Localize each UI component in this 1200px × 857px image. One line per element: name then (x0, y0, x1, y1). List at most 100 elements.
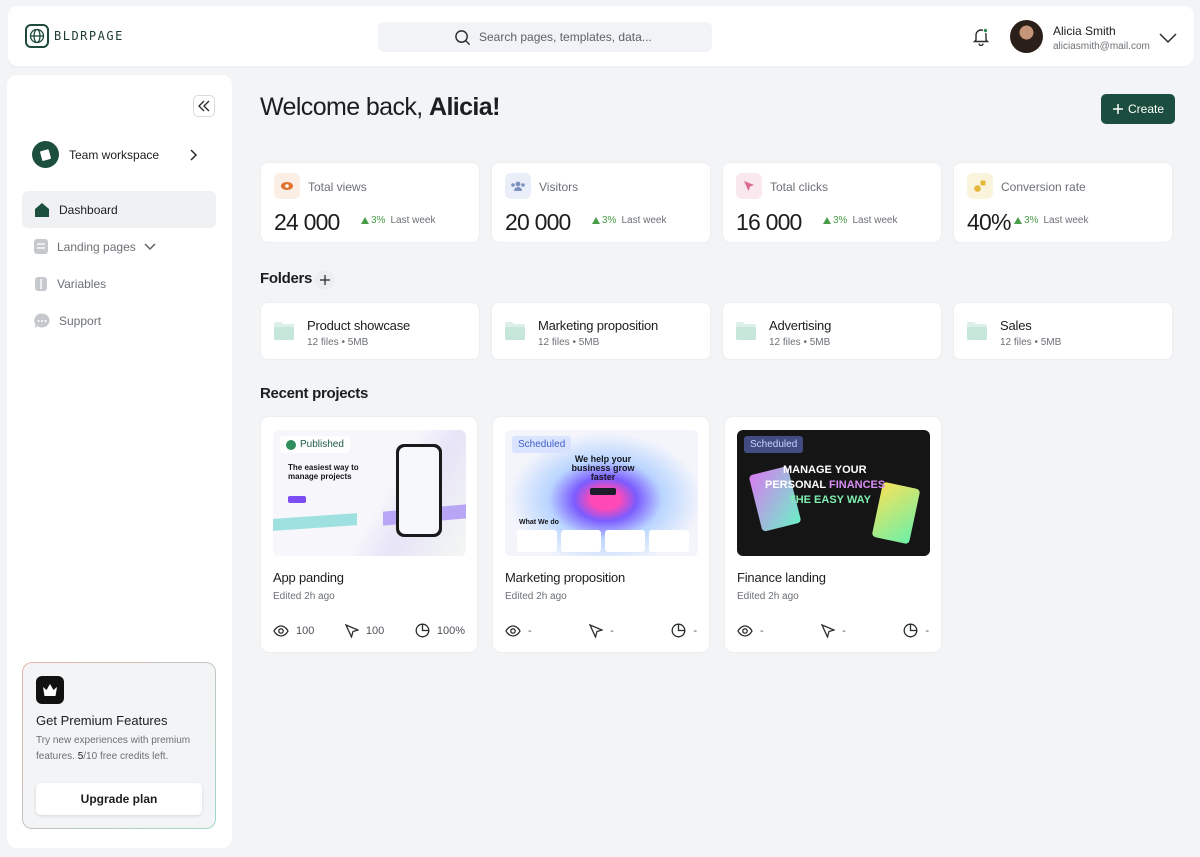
premium-description: Try new experiences with premium feature… (36, 735, 191, 762)
eye-icon (505, 624, 521, 637)
status-badge: Published (280, 436, 350, 453)
project-metrics: - - - (505, 623, 697, 638)
search-icon (455, 29, 471, 45)
stat-label: Total views (308, 180, 367, 194)
projects-row: Published The easiest way to manage proj… (260, 416, 942, 653)
folder-meta: 12 files • 5MB (1000, 337, 1062, 348)
sidebar-item-label: Landing pages (57, 239, 136, 254)
eye-icon (274, 173, 300, 199)
thumbnail-headline: We help your business grow faster (571, 454, 635, 482)
folder-name: Sales (1000, 318, 1032, 333)
folder-card[interactable]: Marketing proposition 12 files • 5MB (491, 302, 711, 360)
views-metric: - (737, 625, 764, 637)
upgrade-plan-button[interactable]: Upgrade plan (36, 783, 202, 815)
sidebar-item-landing-pages[interactable]: Landing pages (22, 228, 216, 265)
cursor-icon (736, 173, 762, 199)
chat-icon (34, 312, 50, 328)
folders-row: Product showcase 12 files • 5MB Marketin… (260, 302, 1173, 360)
project-edited: Edited 2h ago (273, 591, 335, 602)
project-card[interactable]: Scheduled We help your business grow fas… (492, 416, 710, 653)
stat-delta: 3% Last week (823, 215, 897, 226)
notification-bell-icon[interactable] (972, 27, 990, 46)
stat-label: Total clicks (770, 180, 829, 194)
project-name: Marketing proposition (505, 570, 626, 585)
project-thumbnail[interactable]: Scheduled We help your business grow fas… (505, 430, 698, 556)
sidebar-nav: Dashboard Landing pages Variables Suppor… (22, 191, 216, 339)
chevron-down-icon[interactable] (144, 242, 156, 251)
plus-icon (1112, 104, 1123, 114)
sidebar-item-support[interactable]: Support (22, 302, 216, 339)
project-metrics: - - - (737, 623, 929, 638)
thumbnail-subhead: What We do (519, 519, 559, 526)
folder-card[interactable]: Sales 12 files • 5MB (953, 302, 1173, 360)
create-label: Create (1127, 102, 1165, 116)
folder-name: Product showcase (307, 318, 411, 333)
workspace-switcher[interactable]: Team workspace (32, 141, 199, 168)
user-name: Alicia Smith (1053, 24, 1116, 38)
stat-delta: 3% Last week (1014, 215, 1088, 226)
clicks-metric: 100 (344, 623, 384, 638)
variables-icon (35, 276, 47, 291)
home-icon (35, 202, 49, 217)
sidebar-item-dashboard[interactable]: Dashboard (22, 191, 216, 228)
top-bar: BLDRPAGE Alicia Smith aliciasmith@mail.c… (8, 6, 1194, 66)
thumbnail-headline: The easiest way to manage projects (288, 463, 359, 481)
folders-title: Folders (260, 270, 313, 287)
stat-delta: 3% Last week (592, 215, 666, 226)
project-metrics: 100 100 100% (273, 623, 465, 638)
chevron-down-icon[interactable] (1158, 32, 1178, 44)
views-metric: 100 (273, 625, 314, 637)
folder-name: Advertising (769, 318, 832, 333)
folder-icon (967, 322, 987, 340)
folder-card[interactable]: Advertising 12 files • 5MB (722, 302, 942, 360)
stat-card: Total views 24 000 3% Last week (260, 162, 480, 243)
arrow-up-icon (361, 217, 369, 224)
folder-card[interactable]: Product showcase 12 files • 5MB (260, 302, 480, 360)
arrow-up-icon (592, 217, 600, 224)
add-folder-button[interactable] (315, 270, 335, 290)
thumbnail-ribbon (273, 513, 357, 531)
project-card[interactable]: Published The easiest way to manage proj… (260, 416, 478, 653)
thumbnail-button (288, 496, 306, 503)
thumbnail-button (590, 488, 616, 495)
folder-meta: 12 files • 5MB (538, 337, 600, 348)
chevron-right-icon (190, 148, 198, 161)
sidebar-item-label: Support (59, 313, 102, 328)
status-badge: Scheduled (744, 436, 804, 453)
stat-card: Total clicks 16 000 3% Last week (722, 162, 942, 243)
recent-projects-title: Recent projects (260, 385, 369, 402)
conversion-metric: - (671, 623, 697, 638)
document-icon (34, 239, 48, 254)
crown-icon (36, 676, 64, 704)
thumbnail-cards (517, 530, 689, 552)
stat-label: Conversion rate (1001, 180, 1086, 194)
search-input[interactable] (479, 30, 699, 44)
user-email: aliciasmith@mail.com (1053, 41, 1150, 52)
folder-name: Marketing proposition (538, 318, 659, 333)
project-thumbnail[interactable]: Scheduled MANAGE YOUR PERSONAL FINANCES … (737, 430, 930, 556)
conversion-metric: - (903, 623, 929, 638)
views-metric: - (505, 625, 532, 637)
phone-mockup (396, 444, 442, 537)
brand-logo[interactable]: BLDRPAGE (25, 24, 124, 48)
thumbnail-headline: PERSONAL FINANCES (765, 479, 886, 491)
project-card[interactable]: Scheduled MANAGE YOUR PERSONAL FINANCES … (724, 416, 942, 653)
premium-title: Get Premium Features (36, 713, 168, 728)
collapse-sidebar-button[interactable] (193, 95, 215, 117)
folder-icon (736, 322, 756, 340)
avatar[interactable] (1010, 20, 1043, 53)
sidebar-item-variables[interactable]: Variables (22, 265, 216, 302)
users-icon (505, 173, 531, 199)
folder-meta: 12 files • 5MB (307, 337, 369, 348)
project-thumbnail[interactable]: Published The easiest way to manage proj… (273, 430, 466, 556)
search-bar[interactable] (378, 22, 712, 52)
workspace-icon (32, 141, 59, 168)
plus-icon (320, 275, 330, 285)
stats-row: Total views 24 000 3% Last week Visitors … (260, 162, 1173, 243)
arrow-up-icon (1014, 217, 1022, 224)
chart-icon (967, 173, 993, 199)
workspace-label: Team workspace (69, 147, 160, 162)
folder-meta: 12 files • 5MB (769, 337, 831, 348)
create-button[interactable]: Create (1101, 94, 1175, 124)
stat-label: Visitors (539, 180, 579, 194)
